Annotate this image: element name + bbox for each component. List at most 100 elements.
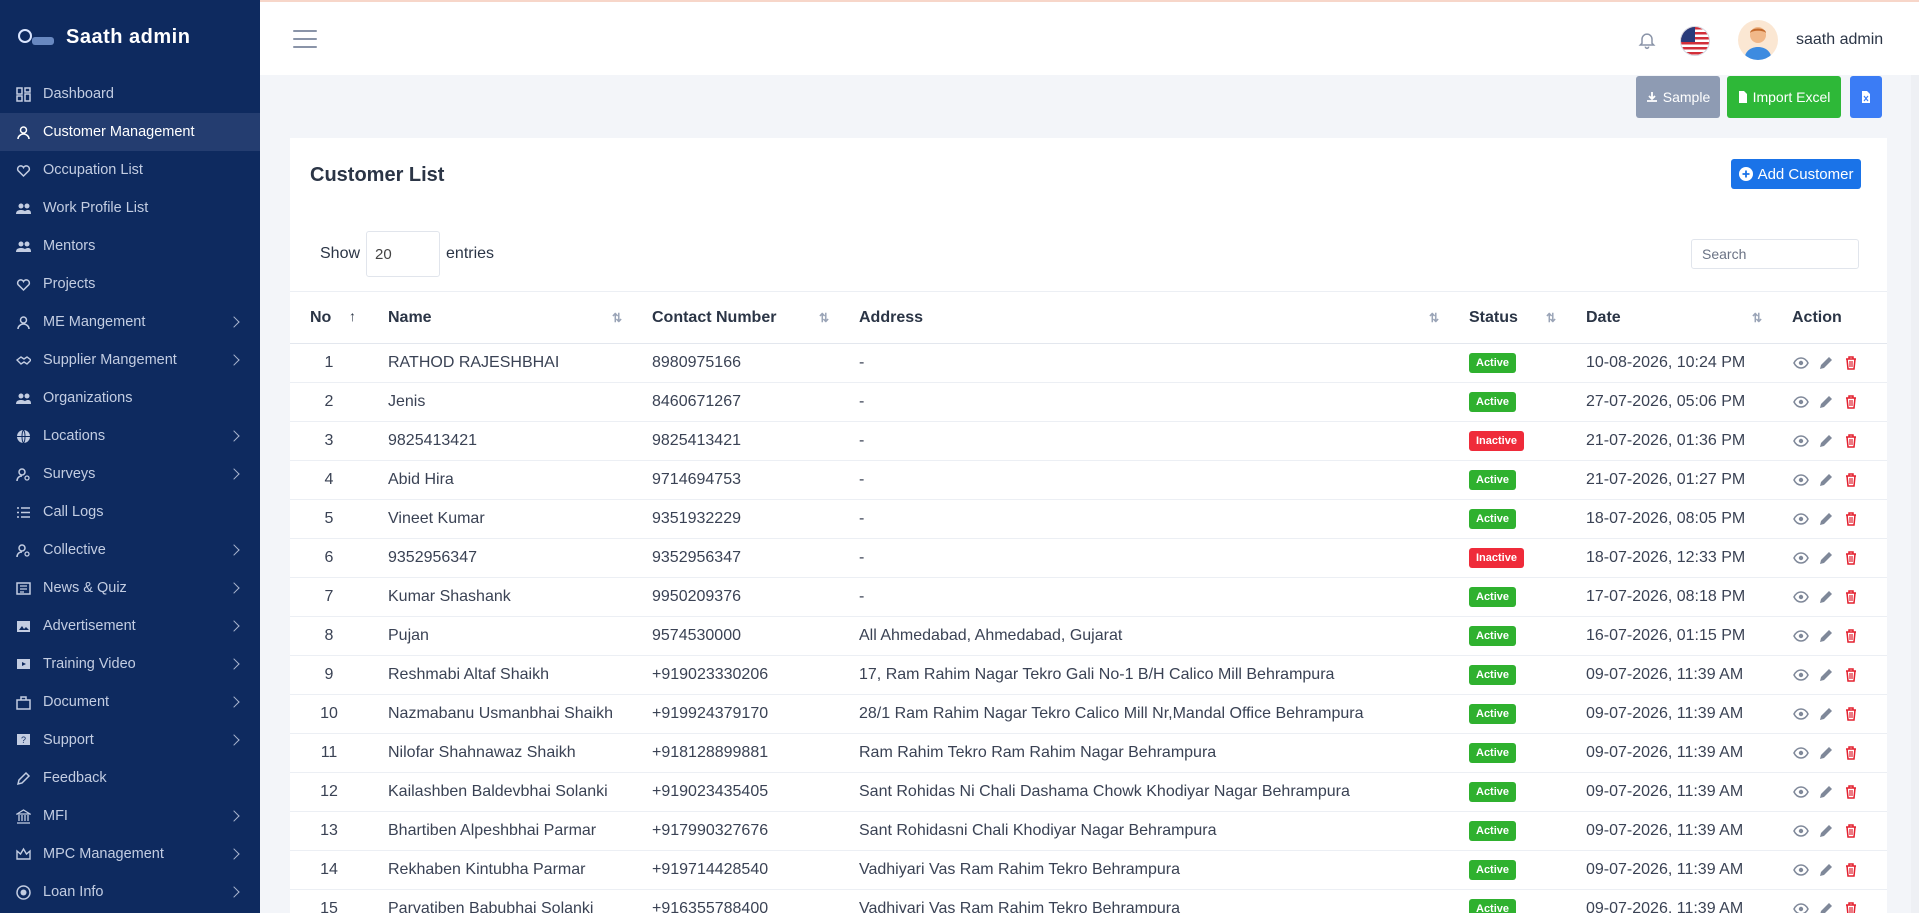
sidebar-item-collective[interactable]: Collective — [0, 531, 260, 569]
user-name[interactable]: saath admin — [1796, 31, 1883, 49]
view-icon[interactable] — [1792, 393, 1810, 411]
delete-icon[interactable] — [1842, 783, 1860, 801]
delete-icon[interactable] — [1842, 432, 1860, 450]
sort-icon[interactable]: ⇅ — [819, 311, 829, 325]
view-icon[interactable] — [1792, 354, 1810, 372]
edit-icon[interactable] — [1817, 549, 1835, 567]
delete-icon[interactable] — [1842, 393, 1860, 411]
status-badge[interactable]: Active — [1469, 743, 1517, 763]
sort-asc-icon[interactable]: ↑ — [349, 308, 356, 324]
column-header-no[interactable]: No ↑ — [290, 292, 368, 344]
sort-icon[interactable]: ⇅ — [612, 311, 622, 325]
sidebar-item-projects[interactable]: Projects — [0, 265, 260, 303]
column-header-status[interactable]: Status ⇅ — [1449, 292, 1566, 344]
status-badge[interactable]: Active — [1469, 470, 1517, 490]
status-badge[interactable]: Active — [1469, 821, 1517, 841]
status-badge[interactable]: Inactive — [1469, 431, 1524, 451]
column-header-contact[interactable]: Contact Number ⇅ — [632, 292, 839, 344]
status-badge[interactable]: Active — [1469, 899, 1517, 913]
sidebar-item-surveys[interactable]: Surveys — [0, 455, 260, 493]
edit-icon[interactable] — [1817, 510, 1835, 528]
sidebar-item-occupation-list[interactable]: Occupation List — [0, 151, 260, 189]
column-header-address[interactable]: Address ⇅ — [839, 292, 1449, 344]
sidebar-item-training-video[interactable]: Training Video — [0, 645, 260, 683]
export-excel-button[interactable] — [1850, 76, 1882, 118]
sort-icon[interactable]: ⇅ — [1546, 311, 1556, 325]
bell-icon[interactable] — [1637, 29, 1657, 51]
delete-icon[interactable] — [1842, 900, 1860, 913]
delete-icon[interactable] — [1842, 861, 1860, 879]
sidebar-item-locations[interactable]: Locations — [0, 417, 260, 455]
delete-icon[interactable] — [1842, 510, 1860, 528]
edit-icon[interactable] — [1817, 588, 1835, 606]
column-header-name[interactable]: Name ⇅ — [368, 292, 632, 344]
status-badge[interactable]: Active — [1469, 860, 1517, 880]
view-icon[interactable] — [1792, 510, 1810, 528]
sidebar-item-organizations[interactable]: Organizations — [0, 379, 260, 417]
view-icon[interactable] — [1792, 900, 1810, 913]
sidebar-item-supplier-mangement[interactable]: Supplier Mangement — [0, 341, 260, 379]
sample-button[interactable]: Sample — [1636, 76, 1720, 118]
status-badge[interactable]: Active — [1469, 392, 1517, 412]
sort-icon[interactable]: ⇅ — [1752, 311, 1762, 325]
view-icon[interactable] — [1792, 783, 1810, 801]
edit-icon[interactable] — [1817, 393, 1835, 411]
delete-icon[interactable] — [1842, 705, 1860, 723]
status-badge[interactable]: Active — [1469, 704, 1517, 724]
view-icon[interactable] — [1792, 627, 1810, 645]
edit-icon[interactable] — [1817, 627, 1835, 645]
status-badge[interactable]: Active — [1469, 587, 1517, 607]
view-icon[interactable] — [1792, 822, 1810, 840]
sidebar-item-call-logs[interactable]: Call Logs — [0, 493, 260, 531]
delete-icon[interactable] — [1842, 588, 1860, 606]
sidebar-item-feedback[interactable]: Feedback — [0, 759, 260, 797]
sidebar-item-advertisement[interactable]: Advertisement — [0, 607, 260, 645]
menu-toggle-icon[interactable] — [293, 30, 317, 48]
delete-icon[interactable] — [1842, 744, 1860, 762]
status-badge[interactable]: Active — [1469, 509, 1517, 529]
view-icon[interactable] — [1792, 432, 1810, 450]
view-icon[interactable] — [1792, 666, 1810, 684]
us-flag-icon[interactable] — [1680, 26, 1710, 56]
view-icon[interactable] — [1792, 861, 1810, 879]
delete-icon[interactable] — [1842, 549, 1860, 567]
edit-icon[interactable] — [1817, 861, 1835, 879]
delete-icon[interactable] — [1842, 471, 1860, 489]
edit-icon[interactable] — [1817, 783, 1835, 801]
delete-icon[interactable] — [1842, 666, 1860, 684]
edit-icon[interactable] — [1817, 705, 1835, 723]
sidebar-item-mentors[interactable]: Mentors — [0, 227, 260, 265]
status-badge[interactable]: Active — [1469, 782, 1517, 802]
edit-icon[interactable] — [1817, 354, 1835, 372]
delete-icon[interactable] — [1842, 627, 1860, 645]
status-badge[interactable]: Active — [1469, 626, 1517, 646]
sidebar-item-work-profile-list[interactable]: Work Profile List — [0, 189, 260, 227]
edit-icon[interactable] — [1817, 900, 1835, 913]
sidebar-item-mpc-management[interactable]: MPC Management — [0, 835, 260, 873]
import-excel-button[interactable]: Import Excel — [1727, 76, 1841, 118]
edit-icon[interactable] — [1817, 822, 1835, 840]
sidebar-item-support[interactable]: ? Support — [0, 721, 260, 759]
status-badge[interactable]: Inactive — [1469, 548, 1524, 568]
sidebar-item-mfi[interactable]: MFI — [0, 797, 260, 835]
sidebar-item-me-mangement[interactable]: ME Mangement — [0, 303, 260, 341]
brand[interactable]: Saath admin — [0, 0, 260, 75]
avatar[interactable] — [1738, 20, 1778, 60]
column-header-date[interactable]: Date ⇅ — [1566, 292, 1772, 344]
sidebar-item-document[interactable]: Document — [0, 683, 260, 721]
view-icon[interactable] — [1792, 588, 1810, 606]
add-customer-button[interactable]: Add Customer — [1731, 159, 1861, 189]
sidebar-item-customer-management[interactable]: Customer Management — [0, 113, 260, 151]
sidebar-item-news-quiz[interactable]: News & Quiz — [0, 569, 260, 607]
edit-icon[interactable] — [1817, 432, 1835, 450]
edit-icon[interactable] — [1817, 471, 1835, 489]
view-icon[interactable] — [1792, 744, 1810, 762]
status-badge[interactable]: Active — [1469, 353, 1517, 373]
search-input[interactable] — [1691, 239, 1859, 269]
view-icon[interactable] — [1792, 471, 1810, 489]
edit-icon[interactable] — [1817, 666, 1835, 684]
delete-icon[interactable] — [1842, 822, 1860, 840]
page-scrollbar[interactable] — [1911, 75, 1919, 913]
sidebar-item-loan-info[interactable]: Loan Info — [0, 873, 260, 911]
status-badge[interactable]: Active — [1469, 665, 1517, 685]
